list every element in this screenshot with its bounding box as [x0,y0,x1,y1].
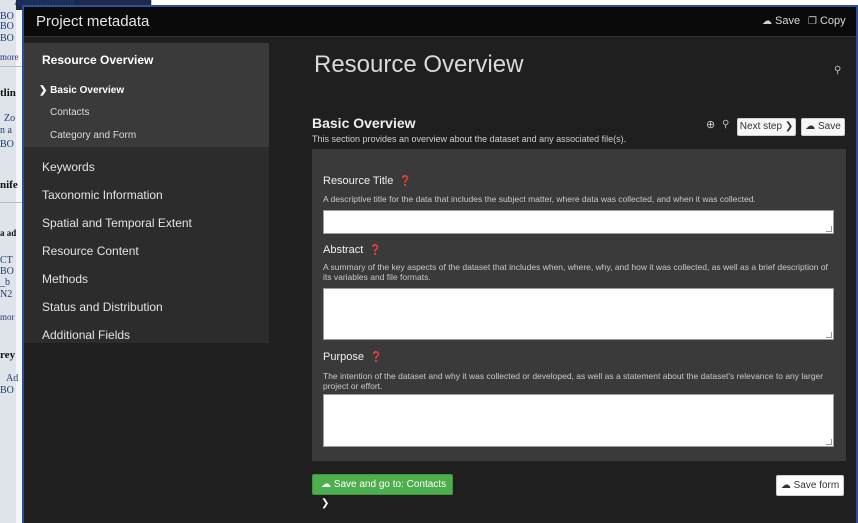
field-label-text: Purpose [323,351,364,363]
field-description: A descriptive title for the data that in… [323,194,756,204]
sidebar-item-keywords[interactable]: Keywords [42,160,95,174]
sidebar-item-status-distribution[interactable]: Status and Distribution [42,300,163,314]
field-label-abstract: Abstract ❓ [323,244,382,256]
sidebar-subitem-category-and-form[interactable]: Category and Form [50,130,136,141]
background-text: BO [0,139,14,150]
save-form-button[interactable]: ☁ Save form [776,475,844,496]
pin-icon[interactable]: ⚲ [834,65,841,76]
help-circle-icon[interactable]: ❓ [369,245,381,256]
section-save-button[interactable]: ☁ Save [801,118,845,136]
header-save-button[interactable]: ☁ Save [762,15,800,27]
background-text: Ad [6,373,19,384]
field-label-text: Resource Title [323,175,394,187]
background-text: BO [0,21,14,32]
sidebar-section-label: Resource Overview [42,53,154,67]
background-link[interactable]: more [0,52,19,62]
background-heading: rey [0,349,16,361]
header-copy-button[interactable]: ❐ Copy [808,15,846,27]
background-text: BO [0,266,14,277]
sidebar-nav: Resource Overview ❯ Basic Overview Conta… [24,43,269,343]
background-heading: nife [0,179,18,191]
header-copy-label: Copy [819,15,846,27]
next-step-button[interactable]: Next step ❯ [737,118,796,136]
field-label-resource-title: Resource Title ❓ [323,175,412,187]
sidebar-section-resource-overview[interactable]: Resource Overview [24,43,269,75]
chevron-right-icon: ❯ [39,85,48,96]
cloud-upload-icon: ☁ [780,480,791,491]
background-link[interactable]: mor [0,312,15,322]
background-text: _b [0,277,10,288]
background-text: CT [0,255,13,266]
background-text: N2 [0,289,13,300]
chevron-right-icon: ❯ [321,498,330,509]
sidebar-item-additional-fields[interactable]: Additional Fields [42,328,130,342]
abstract-textarea[interactable] [323,288,834,340]
field-label-purpose: Purpose ❓ [323,351,382,363]
project-metadata-modal: Project metadata ☁ Save ❐ Copy Resource Ov… [22,5,858,523]
purpose-textarea[interactable] [323,394,834,447]
sidebar-subitem-contacts[interactable]: Contacts [50,107,89,118]
save-and-go-label: Save and go to: Contacts [333,479,447,490]
help-circle-icon[interactable]: ❓ [370,352,382,363]
section-save-label: Save [817,121,841,132]
modal-title: Project metadata [36,13,150,30]
sidebar-subitem-basic-overview[interactable]: ❯ Basic Overview [39,85,124,96]
page-title: Resource Overview [314,51,524,78]
cloud-upload-icon: ☁ [805,121,816,132]
section-title: Basic Overview [312,115,416,131]
modal-titlebar: Project metadata ☁ Save ❐ Copy [24,7,856,37]
save-form-label: Save form [793,480,840,491]
field-description: The intention of the dataset and why it … [323,371,824,391]
sidebar-subitem-label: Basic Overview [50,85,125,96]
sidebar-subnav: ❯ Basic Overview Contacts Category and F… [24,75,269,147]
help-circle-icon[interactable]: ❓ [399,176,411,187]
background-heading: a ad [0,228,17,238]
background-heading: tlin [0,87,16,99]
field-description: A summary of the key aspects of the data… [323,262,828,282]
save-and-go-contacts-button[interactable]: ☁ Save and go to: Contacts ❯ [312,474,453,509]
field-label-text: Abstract [323,244,364,256]
cloud-upload-icon: ☁ [762,16,772,27]
next-step-label: Next step [739,121,783,132]
sidebar-item-resource-content[interactable]: Resource Content [42,244,139,258]
resource-title-input[interactable] [323,210,834,234]
header-save-label: Save [775,15,801,27]
info-circle-icon[interactable]: ⊕ [706,118,715,131]
cloud-upload-icon: ☁ [321,479,331,490]
section-description: This section provides an overview about … [312,134,627,144]
sidebar-item-methods[interactable]: Methods [42,272,88,286]
chevron-right-icon: ❯ [784,121,794,132]
background-text: BO [0,385,14,396]
basic-overview-form: Resource Title ❓ A descriptive title for … [312,149,846,461]
sidebar-item-taxonomic-information[interactable]: Taxonomic Information [42,188,163,202]
sidebar-item-spatial-temporal-extent[interactable]: Spatial and Temporal Extent [42,216,192,230]
background-text: Zo [4,113,16,124]
background-text: n a [0,125,12,136]
copy-icon: ❐ [808,16,817,27]
background-text: BO [0,33,14,44]
pin-icon[interactable]: ⚲ [722,119,729,130]
